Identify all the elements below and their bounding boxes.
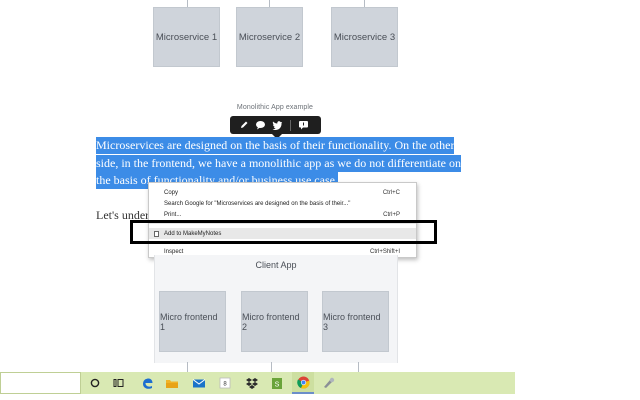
connector-line <box>271 362 272 372</box>
paragraph-line: Microservices are designed on the basis … <box>96 137 455 154</box>
cortana-icon[interactable] <box>84 372 106 394</box>
edge-icon[interactable] <box>136 372 158 394</box>
pencil-icon[interactable] <box>236 118 251 132</box>
menu-item-shortcut: Ctrl+P <box>383 211 400 218</box>
micro-frontend-box: Micro frontend 1 <box>159 291 226 352</box>
micro-frontend-box: Micro frontend 2 <box>241 291 308 352</box>
taskbar-search-box[interactable] <box>0 372 81 394</box>
microservice-box: Microservice 3 <box>331 7 398 67</box>
twitter-icon[interactable] <box>270 118 285 132</box>
micro-frontend-label: Micro frontend 2 <box>242 311 300 332</box>
menu-item-shortcut: Ctrl+Shift+I <box>369 248 400 255</box>
microservice-box: Microservice 1 <box>153 7 220 67</box>
connector-line <box>187 362 188 372</box>
task-view-icon[interactable] <box>108 372 130 394</box>
connector-line <box>358 362 359 372</box>
highlight-rectangle <box>130 220 437 244</box>
file-explorer-icon[interactable] <box>161 372 183 394</box>
paragraph-line: side, in the frontend, we have a monolit… <box>96 154 462 172</box>
menu-item-search-google[interactable]: Search Google for "Microservices are des… <box>149 198 416 209</box>
micro-frontend-label: Micro frontend 1 <box>160 311 218 332</box>
app-icon[interactable]: 8 <box>214 372 236 394</box>
microservice-label: Microservice 1 <box>155 31 218 43</box>
microservice-label: Microservice 2 <box>238 31 301 43</box>
comment-icon[interactable] <box>253 118 268 132</box>
client-app-title: Client App <box>255 260 297 270</box>
mail-icon[interactable] <box>188 372 210 394</box>
note-icon[interactable] <box>296 118 311 132</box>
selection-toolbar <box>230 116 321 139</box>
menu-item-print[interactable]: Print... Ctrl+P <box>149 209 416 220</box>
microservice-box: Microservice 2 <box>236 7 303 67</box>
micro-frontend-label: Micro frontend 3 <box>323 311 381 332</box>
tool-icon[interactable] <box>318 372 340 394</box>
microservice-label: Microservice 3 <box>333 31 396 43</box>
chrome-icon[interactable] <box>292 372 314 394</box>
menu-item-label: Print... <box>164 211 182 218</box>
diagram-caption: Monolithic App example <box>236 104 314 111</box>
menu-item-shortcut: Ctrl+C <box>382 189 400 196</box>
menu-item-copy[interactable]: Copy Ctrl+C <box>149 187 416 198</box>
menu-item-label: Search Google for "Microservices are des… <box>164 200 351 207</box>
green-app-icon[interactable]: S <box>266 372 288 394</box>
taskbar: 8 S <box>0 372 515 394</box>
svg-text:S: S <box>275 381 280 388</box>
menu-item-label: Inspect <box>164 248 184 255</box>
menu-item-label: Copy <box>164 189 179 196</box>
dropbox-icon[interactable] <box>241 372 263 394</box>
toolbar-divider <box>290 119 291 131</box>
micro-frontend-box: Micro frontend 3 <box>322 291 389 352</box>
